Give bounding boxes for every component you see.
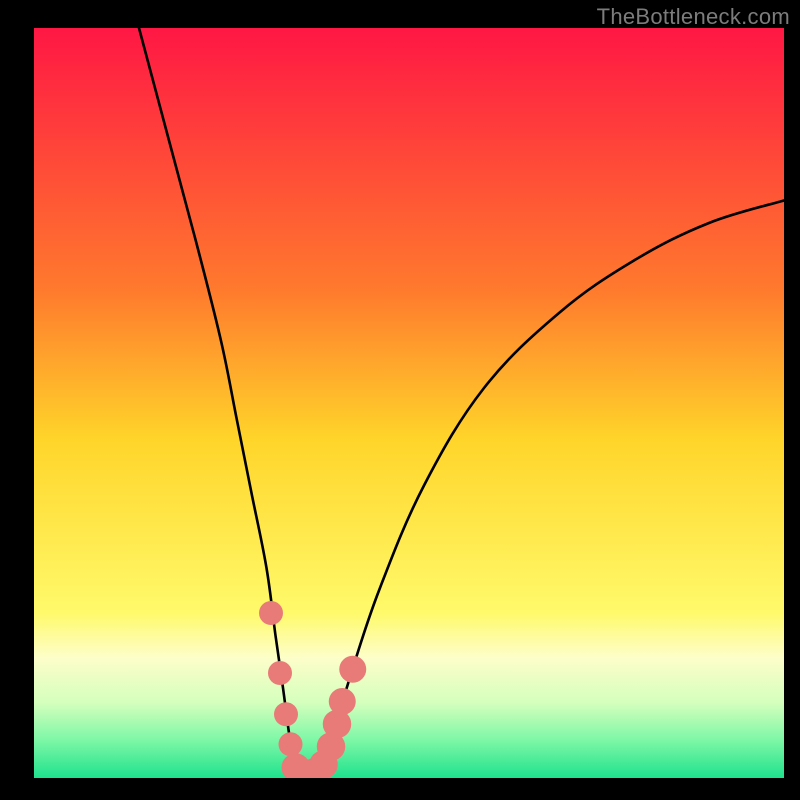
chart-svg bbox=[34, 28, 784, 778]
marker-point bbox=[339, 656, 366, 683]
marker-point bbox=[268, 661, 292, 685]
marker-point bbox=[329, 688, 356, 715]
bottleneck-plot bbox=[34, 28, 784, 778]
chart-frame: TheBottleneck.com bbox=[0, 0, 800, 800]
chart-background bbox=[34, 28, 784, 778]
marker-point bbox=[274, 702, 298, 726]
watermark-text: TheBottleneck.com bbox=[597, 4, 790, 30]
marker-point bbox=[259, 601, 283, 625]
marker-point bbox=[279, 732, 303, 756]
